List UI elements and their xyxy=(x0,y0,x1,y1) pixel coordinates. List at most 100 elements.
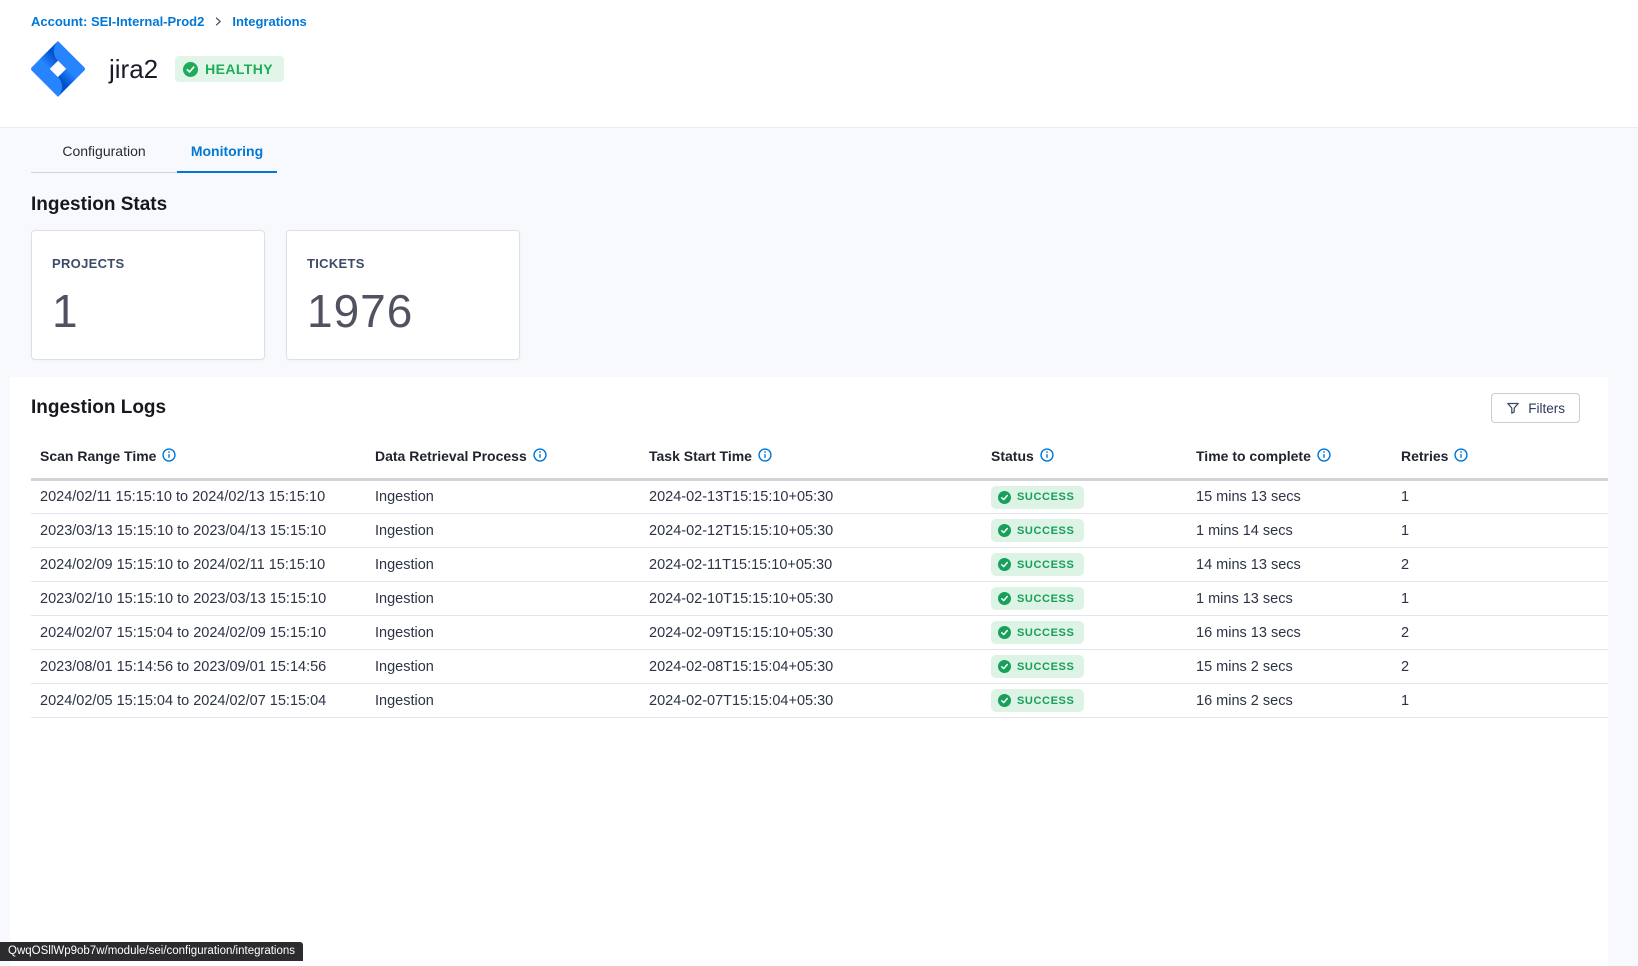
filters-button-label: Filters xyxy=(1528,401,1565,416)
cell-retries: 1 xyxy=(1401,684,1608,718)
cell-retries: 1 xyxy=(1401,582,1608,616)
info-icon[interactable] xyxy=(1454,448,1468,465)
stat-value: 1 xyxy=(52,284,244,338)
status-badge-label: SUCCESS xyxy=(1017,695,1074,707)
ingestion-stats-section: Ingestion Stats PROJECTS 1 TICKETS 1976 xyxy=(0,194,1638,360)
status-badge: SUCCESS xyxy=(991,621,1084,644)
cell-task-start-time: 2024-02-07T15:15:04+05:30 xyxy=(649,684,991,718)
status-badge: SUCCESS xyxy=(991,519,1084,542)
check-circle-icon xyxy=(998,626,1011,639)
cell-data-retrieval-process: Ingestion xyxy=(375,514,649,548)
check-circle-icon xyxy=(998,558,1011,571)
info-icon[interactable] xyxy=(162,448,176,465)
column-header-data-retrieval-process: Data Retrieval Process xyxy=(375,448,527,464)
table-row: 2023/03/13 15:15:10 to 2023/04/13 15:15:… xyxy=(31,514,1608,548)
stat-cards: PROJECTS 1 TICKETS 1976 xyxy=(31,230,1607,360)
status-badge-label: SUCCESS xyxy=(1017,491,1074,503)
stat-card-projects: PROJECTS 1 xyxy=(31,230,265,360)
cell-time-to-complete: 15 mins 2 secs xyxy=(1196,650,1401,684)
ingestion-logs-panel: Ingestion Logs Filters Scan Range Time D… xyxy=(10,377,1608,966)
cell-time-to-complete: 1 mins 14 secs xyxy=(1196,514,1401,548)
column-header-time-to-complete: Time to complete xyxy=(1196,448,1311,464)
cell-time-to-complete: 15 mins 13 secs xyxy=(1196,480,1401,514)
status-badge: SUCCESS xyxy=(991,689,1084,712)
status-badge-label: SUCCESS xyxy=(1017,525,1074,537)
cell-retries: 2 xyxy=(1401,650,1608,684)
ingestion-logs-table: Scan Range Time Data Retrieval Process T… xyxy=(31,435,1608,718)
tab-monitoring[interactable]: Monitoring xyxy=(177,128,277,173)
table-row: 2023/08/01 15:14:56 to 2023/09/01 15:14:… xyxy=(31,650,1608,684)
ingestion-stats-title: Ingestion Stats xyxy=(31,194,1607,216)
info-icon[interactable] xyxy=(1317,448,1331,465)
chevron-right-icon xyxy=(213,16,223,27)
cell-status: SUCCESS xyxy=(991,480,1196,514)
page-title: jira2 xyxy=(109,54,158,85)
tab-configuration[interactable]: Configuration xyxy=(31,128,177,173)
cell-scan-range-time: 2023/08/01 15:14:56 to 2023/09/01 15:14:… xyxy=(31,650,375,684)
column-header-scan-range-time: Scan Range Time xyxy=(40,448,156,464)
cell-time-to-complete: 14 mins 13 secs xyxy=(1196,548,1401,582)
check-circle-icon xyxy=(183,62,198,77)
status-badge-label: SUCCESS xyxy=(1017,593,1074,605)
breadcrumb: Account: SEI-Internal-Prod2 Integrations xyxy=(31,14,1607,29)
cell-scan-range-time: 2024/02/05 15:15:04 to 2024/02/07 15:15:… xyxy=(31,684,375,718)
tab-bar: Configuration Monitoring xyxy=(31,128,277,173)
info-icon[interactable] xyxy=(533,448,547,465)
cell-status: SUCCESS xyxy=(991,582,1196,616)
breadcrumb-account-link[interactable]: Account: SEI-Internal-Prod2 xyxy=(31,14,204,29)
cell-status: SUCCESS xyxy=(991,514,1196,548)
jira-logo-icon xyxy=(31,40,87,98)
table-header-row: Scan Range Time Data Retrieval Process T… xyxy=(31,435,1608,480)
cell-scan-range-time: 2024/02/09 15:15:10 to 2024/02/11 15:15:… xyxy=(31,548,375,582)
status-badge-label: SUCCESS xyxy=(1017,627,1074,639)
status-badge: SUCCESS xyxy=(991,655,1084,678)
info-icon[interactable] xyxy=(758,448,772,465)
link-url-status-bar: QwqOSllWp9ob7w/module/sei/configuration/… xyxy=(0,942,303,961)
cell-retries: 1 xyxy=(1401,514,1608,548)
info-icon[interactable] xyxy=(1040,448,1054,465)
column-header-status: Status xyxy=(991,448,1034,464)
cell-data-retrieval-process: Ingestion xyxy=(375,616,649,650)
cell-task-start-time: 2024-02-11T15:15:10+05:30 xyxy=(649,548,991,582)
status-badge: SUCCESS xyxy=(991,587,1084,610)
cell-data-retrieval-process: Ingestion xyxy=(375,548,649,582)
cell-scan-range-time: 2023/02/10 15:15:10 to 2023/03/13 15:15:… xyxy=(31,582,375,616)
cell-status: SUCCESS xyxy=(991,616,1196,650)
check-circle-icon xyxy=(998,694,1011,707)
cell-scan-range-time: 2023/03/13 15:15:10 to 2023/04/13 15:15:… xyxy=(31,514,375,548)
cell-status: SUCCESS xyxy=(991,650,1196,684)
integration-title-row: jira2 HEALTHY xyxy=(31,40,1607,98)
cell-data-retrieval-process: Ingestion xyxy=(375,684,649,718)
column-header-retries: Retries xyxy=(1401,448,1448,464)
cell-data-retrieval-process: Ingestion xyxy=(375,650,649,684)
cell-task-start-time: 2024-02-10T15:15:10+05:30 xyxy=(649,582,991,616)
table-row: 2024/02/09 15:15:10 to 2024/02/11 15:15:… xyxy=(31,548,1608,582)
cell-data-retrieval-process: Ingestion xyxy=(375,582,649,616)
stat-label: TICKETS xyxy=(307,256,499,271)
cell-scan-range-time: 2024/02/11 15:15:10 to 2024/02/13 15:15:… xyxy=(31,480,375,514)
check-circle-icon xyxy=(998,524,1011,537)
status-badge: SUCCESS xyxy=(991,486,1084,509)
filters-button[interactable]: Filters xyxy=(1491,393,1580,423)
check-circle-icon xyxy=(998,491,1011,504)
cell-time-to-complete: 16 mins 13 secs xyxy=(1196,616,1401,650)
cell-task-start-time: 2024-02-12T15:15:10+05:30 xyxy=(649,514,991,548)
cell-data-retrieval-process: Ingestion xyxy=(375,480,649,514)
cell-retries: 1 xyxy=(1401,480,1608,514)
cell-scan-range-time: 2024/02/07 15:15:04 to 2024/02/09 15:15:… xyxy=(31,616,375,650)
table-row: 2024/02/07 15:15:04 to 2024/02/09 15:15:… xyxy=(31,616,1608,650)
cell-task-start-time: 2024-02-08T15:15:04+05:30 xyxy=(649,650,991,684)
table-row: 2024/02/11 15:15:10 to 2024/02/13 15:15:… xyxy=(31,480,1608,514)
stat-label: PROJECTS xyxy=(52,256,244,271)
table-row: 2024/02/05 15:15:04 to 2024/02/07 15:15:… xyxy=(31,684,1608,718)
logs-table-body: 2024/02/11 15:15:10 to 2024/02/13 15:15:… xyxy=(31,480,1608,718)
health-status-badge: HEALTHY xyxy=(175,56,284,82)
status-badge-label: SUCCESS xyxy=(1017,661,1074,673)
cell-status: SUCCESS xyxy=(991,548,1196,582)
ingestion-logs-title: Ingestion Logs xyxy=(31,397,166,419)
breadcrumb-integrations-link[interactable]: Integrations xyxy=(232,14,306,29)
cell-retries: 2 xyxy=(1401,616,1608,650)
table-row: 2023/02/10 15:15:10 to 2023/03/13 15:15:… xyxy=(31,582,1608,616)
status-badge-label: SUCCESS xyxy=(1017,559,1074,571)
status-badge: SUCCESS xyxy=(991,553,1084,576)
